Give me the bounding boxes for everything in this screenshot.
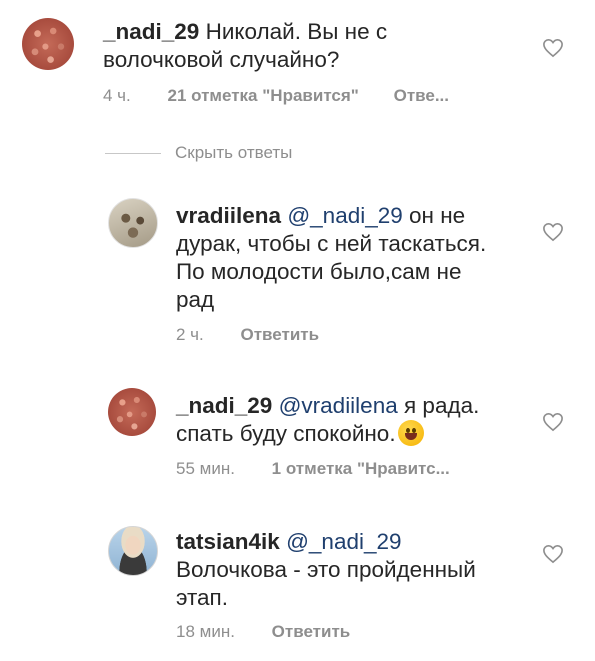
comment-meta: 18 мин. Ответить [176, 622, 350, 642]
likes-count[interactable]: 1 отметка "Нравитс... [272, 459, 450, 478]
timestamp: 4 ч. [103, 86, 131, 105]
username[interactable]: tatsian4ik [176, 529, 280, 554]
username[interactable]: _nadi_29 [103, 19, 199, 44]
comment-meta: 2 ч. Ответить [176, 325, 319, 345]
avatar[interactable] [108, 388, 156, 436]
reply-button[interactable]: Ответить [241, 325, 320, 344]
comment-body-line: По молодости было,сам не [176, 259, 462, 284]
timestamp: 55 мин. [176, 459, 235, 478]
likes-count[interactable]: 21 отметка "Нравится" [168, 86, 359, 105]
mention-link[interactable]: @vradiilena [279, 393, 398, 418]
avatar[interactable] [108, 198, 158, 248]
heart-icon[interactable] [542, 38, 564, 58]
comment-text: tatsian4ik @_nadi_29 Волочкова - это про… [176, 528, 521, 612]
timestamp: 2 ч. [176, 325, 204, 344]
username[interactable]: _nadi_29 [176, 393, 272, 418]
heart-icon[interactable] [542, 544, 564, 564]
comment-meta: 55 мин. 1 отметка "Нравитс... [176, 459, 450, 479]
comment-body-line: этап. [176, 585, 228, 610]
comment-meta: 4 ч. 21 отметка "Нравится" Отве... [103, 86, 449, 106]
smiling-face-emoji [397, 420, 424, 446]
comment-text: vradiilena @_nadi_29 он не дурак, чтобы … [176, 202, 521, 314]
avatar[interactable] [108, 526, 158, 576]
hide-replies-button[interactable]: Скрыть ответы [175, 143, 292, 163]
comment-nadi-29: _nadi_29 Николай. Вы не с волочковой слу… [0, 0, 595, 120]
comment-body-line: волочковой случайно? [103, 47, 340, 72]
comment-body-line: рад [176, 287, 215, 312]
comment-body: я рада. [404, 393, 480, 418]
comment-tatsian4ik: tatsian4ik @_nadi_29 Волочкова - это про… [0, 518, 595, 661]
comment-body-line: спать буду спокойно. [176, 421, 396, 446]
comment-body-line: Волочкова - это пройденный [176, 557, 476, 582]
comment-vradiilena: vradiilena @_nadi_29 он не дурак, чтобы … [0, 190, 595, 360]
mention-link[interactable]: @_nadi_29 [286, 529, 401, 554]
comment-body: Николай. Вы не с [205, 19, 388, 44]
timestamp: 18 мин. [176, 622, 235, 641]
comment-nadi-29-reply: _nadi_29 @vradiilena я рада. спать буду … [0, 380, 595, 500]
heart-icon[interactable] [542, 412, 564, 432]
comment-text: _nadi_29 @vradiilena я рада. спать буду … [176, 392, 521, 448]
reply-button[interactable]: Отве... [394, 86, 449, 105]
mention-link[interactable]: @_nadi_29 [287, 203, 402, 228]
divider [105, 153, 161, 154]
comment-text: _nadi_29 Николай. Вы не с волочковой слу… [103, 18, 523, 74]
comment-body: он не [409, 203, 466, 228]
username[interactable]: vradiilena [176, 203, 281, 228]
avatar[interactable] [22, 18, 74, 70]
reply-button[interactable]: Ответить [272, 622, 351, 641]
heart-icon[interactable] [542, 222, 564, 242]
comment-body-line: дурак, чтобы с ней таскаться. [176, 231, 487, 256]
